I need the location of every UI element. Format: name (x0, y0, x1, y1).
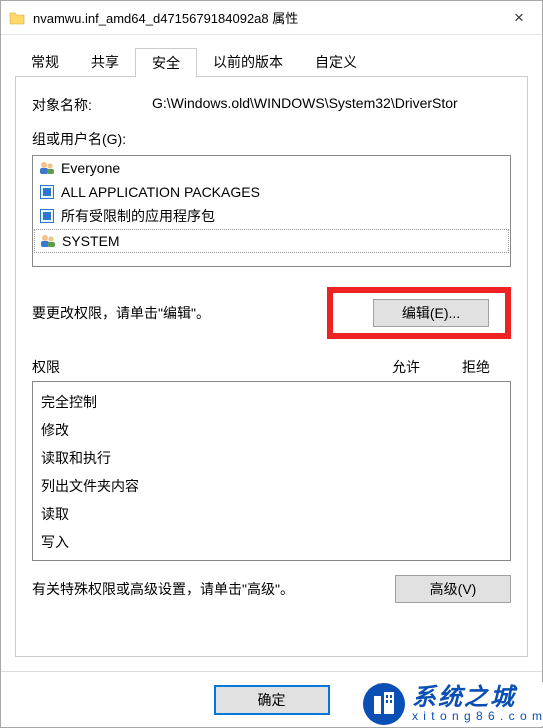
tab-previous-versions[interactable]: 以前的版本 (197, 48, 299, 77)
list-item[interactable]: 所有受限制的应用程序包 (33, 204, 510, 228)
tab-custom[interactable]: 自定义 (299, 48, 373, 77)
permissions-column-name: 权限 (32, 357, 371, 377)
ok-button[interactable]: 确定 (214, 685, 330, 715)
object-name-label: 对象名称: (32, 95, 152, 115)
list-item-label: ALL APPLICATION PACKAGES (61, 184, 260, 200)
watermark-logo-icon (362, 682, 406, 726)
list-item-label: 所有受限制的应用程序包 (61, 206, 215, 226)
advanced-button[interactable]: 高级(V) (395, 575, 511, 603)
permissions-column-allow: 允许 (371, 357, 441, 377)
permissions-column-deny: 拒绝 (441, 357, 511, 377)
tab-security[interactable]: 安全 (135, 48, 197, 78)
permission-item: 完全控制 (41, 388, 502, 416)
users-icon (39, 160, 55, 176)
permissions-header: 权限 允许 拒绝 (32, 357, 511, 377)
list-item-label: Everyone (61, 160, 120, 176)
advanced-hint-text: 有关特殊权限或高级设置，请单击"高级"。 (32, 579, 395, 599)
watermark-url: x i t o n g 8 6 . c o m (412, 710, 543, 723)
window-title: nvamwu.inf_amd64_d4715679184092a8 属性 (33, 8, 496, 27)
list-item-label: SYSTEM (62, 233, 120, 249)
groups-label: 组或用户名(G): (32, 129, 511, 149)
advanced-row: 有关特殊权限或高级设置，请单击"高级"。 高级(V) (32, 575, 511, 603)
object-name-row: 对象名称: G:\Windows.old\WINDOWS\System32\Dr… (32, 95, 511, 115)
permissions-listbox[interactable]: 完全控制 修改 读取和执行 列出文件夹内容 读取 写入 (32, 381, 511, 561)
list-item-selected[interactable]: SYSTEM (34, 229, 509, 253)
edit-button[interactable]: 编辑(E)... (373, 299, 489, 327)
object-name-value: G:\Windows.old\WINDOWS\System32\DriverSt… (152, 95, 511, 115)
package-icon (39, 208, 55, 224)
watermark: 系统之城 x i t o n g 8 6 . c o m (354, 682, 543, 726)
permission-item: 读取 (41, 500, 502, 528)
close-button[interactable]: × (496, 1, 542, 35)
watermark-text: 系统之城 x i t o n g 8 6 . c o m (412, 685, 543, 723)
edit-hint-row: 要更改权限，请单击"编辑"。 编辑(E)... (32, 287, 511, 339)
tab-bar: 常规 共享 安全 以前的版本 自定义 (15, 49, 528, 77)
tab-sharing[interactable]: 共享 (75, 48, 135, 77)
users-icon (40, 233, 56, 249)
list-item[interactable]: ALL APPLICATION PACKAGES (33, 180, 510, 204)
permission-item: 列出文件夹内容 (41, 472, 502, 500)
tab-general[interactable]: 常规 (15, 48, 75, 77)
permission-item: 读取和执行 (41, 444, 502, 472)
permission-item: 写入 (41, 528, 502, 556)
groups-listbox[interactable]: Everyone ALL APPLICATION PACKAGES 所有受限制的… (32, 155, 511, 267)
properties-dialog: nvamwu.inf_amd64_d4715679184092a8 属性 × 常… (0, 0, 543, 728)
dialog-body: 常规 共享 安全 以前的版本 自定义 对象名称: G:\Windows.old\… (1, 35, 542, 671)
edit-button-highlight: 编辑(E)... (327, 287, 511, 339)
list-item[interactable]: Everyone (33, 156, 510, 180)
folder-icon (9, 11, 25, 25)
package-icon (39, 184, 55, 200)
permission-item: 修改 (41, 416, 502, 444)
edit-hint-text: 要更改权限，请单击"编辑"。 (32, 303, 327, 323)
tab-content-security: 对象名称: G:\Windows.old\WINDOWS\System32\Dr… (15, 77, 528, 657)
watermark-title: 系统之城 (412, 685, 543, 710)
titlebar: nvamwu.inf_amd64_d4715679184092a8 属性 × (1, 1, 542, 35)
